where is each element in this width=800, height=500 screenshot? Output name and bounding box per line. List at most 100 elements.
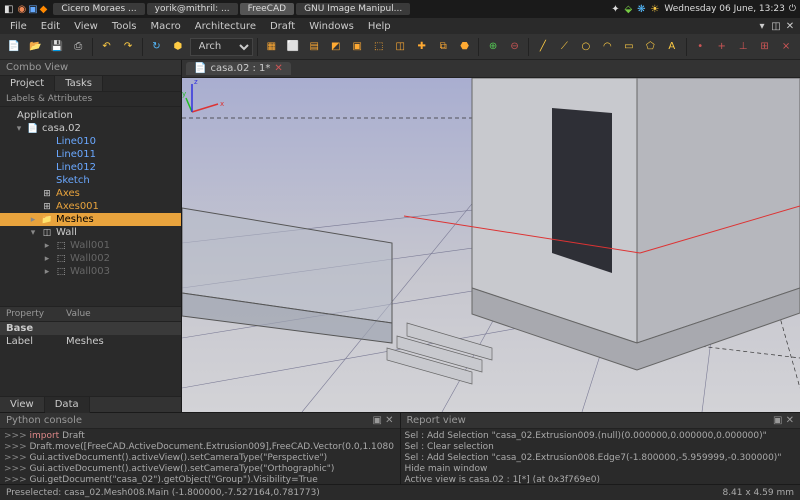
clock: Wednesday 06 June, 13:23 (664, 4, 785, 14)
snap-end-icon[interactable]: • (690, 36, 709, 58)
workbench-icon: ⬢ (168, 36, 187, 58)
tab-tasks[interactable]: Tasks (55, 76, 103, 91)
arch-roof-icon[interactable]: ⬣ (455, 36, 474, 58)
folder-icon[interactable]: ▣ (28, 4, 37, 15)
draft-rectangle-icon[interactable]: ▭ (619, 36, 638, 58)
document-tabs: 📄 casa.02 : 1* ✕ (182, 60, 800, 78)
tree-item[interactable]: Sketch (0, 174, 181, 187)
logout-icon[interactable]: ⏻ (789, 4, 796, 14)
tray-icon[interactable]: ✦ (611, 4, 619, 15)
minimize-icon[interactable]: ▾ (756, 20, 768, 32)
arch-axis-icon[interactable]: ✚ (412, 36, 431, 58)
svg-text:x: x (220, 100, 224, 108)
arch-site-icon[interactable]: ⬚ (369, 36, 388, 58)
prop-tab-data[interactable]: Data (45, 397, 90, 413)
app-menu-icon[interactable]: ◧ (4, 4, 13, 15)
arch-add-icon[interactable]: ⊕ (483, 36, 502, 58)
python-console-panel: Python console ▣ ✕ >>> import Draft>>> D… (0, 413, 401, 484)
tab-project[interactable]: Project (0, 76, 55, 92)
main-toolbar: 📄 📂 💾 ⎙ ↶ ↷ ↻ ⬢ Arch ▦ ⬜ ▤ ◩ ▣ ⬚ ◫ ✚ ⧉ ⬣… (0, 34, 800, 60)
tree-item[interactable]: Line011 (0, 148, 181, 161)
panel-title: Combo View (0, 60, 181, 76)
menu-draft[interactable]: Draft (264, 20, 301, 33)
report-view-panel: Report view ▣ ✕ Sel : Add Selection "cas… (401, 413, 800, 484)
snap-mid-icon[interactable]: + (712, 36, 731, 58)
menu-tools[interactable]: Tools (106, 20, 143, 33)
menubar: FileEditViewToolsMacroArchitectureDraftW… (0, 18, 800, 34)
tree-root[interactable]: Application (0, 109, 181, 122)
axis-indicator: x y z (182, 78, 226, 122)
taskbar-app-button[interactable]: GNU Image Manipul... (296, 3, 410, 15)
tree-item[interactable]: ⊞Axes (0, 187, 181, 200)
document-tab[interactable]: 📄 casa.02 : 1* ✕ (186, 62, 291, 75)
python-console[interactable]: >>> import Draft>>> Draft.move([FreeCAD.… (0, 429, 400, 484)
undo-icon[interactable]: ↶ (97, 36, 116, 58)
workbench-select[interactable]: Arch (190, 38, 253, 56)
arch-cell-icon[interactable]: ▤ (305, 36, 324, 58)
menu-help[interactable]: Help (362, 20, 397, 33)
system-tray: ✦ ⬙ ❋ ☀ Wednesday 06 June, 13:23 ⏻ (610, 4, 796, 15)
print-icon[interactable]: ⎙ (68, 36, 87, 58)
maximize-icon[interactable]: ◫ (770, 20, 782, 32)
arch-structure-icon[interactable]: ⬜ (283, 36, 302, 58)
taskbar-app-button[interactable]: yorik@mithril: ... (147, 3, 238, 15)
tray-icon[interactable]: ⬙ (625, 4, 633, 15)
tray-icon[interactable]: ❋ (637, 4, 645, 15)
firefox-icon[interactable]: ◉ (17, 4, 26, 15)
status-preselect: Preselected: casa_02.Mesh008.Main (-1.80… (6, 488, 320, 498)
menu-windows[interactable]: Windows (303, 20, 360, 33)
tree-item[interactable]: ▾◫Wall (0, 226, 181, 239)
draft-polygon-icon[interactable]: ⬠ (641, 36, 660, 58)
desktop-taskbar: ◧ ◉ ▣ ◆ Cicero Moraes ...yorik@mithril: … (0, 0, 800, 18)
menu-file[interactable]: File (4, 20, 33, 33)
close-tab-icon[interactable]: ✕ (274, 63, 282, 74)
snap-perp-icon[interactable]: ⊥ (733, 36, 752, 58)
blender-icon[interactable]: ◆ (40, 4, 48, 15)
tree-item[interactable]: ▸⬚Wall003 (0, 265, 181, 278)
property-view[interactable]: Base LabelMeshes (0, 322, 181, 396)
property-row[interactable]: LabelMeshes (0, 335, 181, 348)
draft-text-icon[interactable]: A (662, 36, 681, 58)
arch-building-icon[interactable]: ▣ (347, 36, 366, 58)
refresh-icon[interactable]: ↻ (147, 36, 166, 58)
snap-grid-icon[interactable]: ⊞ (755, 36, 774, 58)
prop-tab-view[interactable]: View (0, 397, 45, 412)
arch-remove-icon[interactable]: ⊖ (505, 36, 524, 58)
tree-item[interactable]: Line012 (0, 161, 181, 174)
arch-wall-icon[interactable]: ▦ (262, 36, 281, 58)
draft-circle-icon[interactable]: ○ (576, 36, 595, 58)
draft-line-icon[interactable]: ╱ (533, 36, 552, 58)
redo-icon[interactable]: ↷ (118, 36, 137, 58)
tree-item[interactable]: ⊞Axes001 (0, 200, 181, 213)
tree-item[interactable]: Line010 (0, 135, 181, 148)
arch-floor-icon[interactable]: ◩ (326, 36, 345, 58)
open-file-icon[interactable]: 📂 (25, 36, 44, 58)
arch-window-icon[interactable]: ◫ (390, 36, 409, 58)
menu-macro[interactable]: Macro (144, 20, 186, 33)
draft-wire-icon[interactable]: ⟋ (555, 36, 574, 58)
panel-close-icon[interactable]: ▣ ✕ (372, 415, 393, 426)
3d-viewport[interactable]: x y z (182, 78, 800, 412)
new-file-icon[interactable]: 📄 (4, 36, 23, 58)
arch-section-icon[interactable]: ⧉ (433, 36, 452, 58)
tray-icon[interactable]: ☀ (650, 4, 659, 15)
property-header: PropertyValue (0, 306, 181, 322)
taskbar-app-button[interactable]: Cicero Moraes ... (53, 3, 144, 15)
draft-arc-icon[interactable]: ◠ (598, 36, 617, 58)
tree-item[interactable]: ▾📄casa.02 (0, 122, 181, 135)
snap-int-icon[interactable]: ⨯ (776, 36, 795, 58)
tree-item[interactable]: ▸⬚Wall002 (0, 252, 181, 265)
model-tree[interactable]: Application ▾📄casa.02Line010Line011Line0… (0, 107, 181, 306)
tree-item[interactable]: ▸📁Meshes (0, 213, 181, 226)
taskbar-app-button[interactable]: FreeCAD (240, 3, 294, 15)
menu-edit[interactable]: Edit (35, 20, 66, 33)
save-file-icon[interactable]: 💾 (47, 36, 66, 58)
property-tabs: ViewData (0, 396, 181, 412)
menu-view[interactable]: View (68, 20, 104, 33)
panel-close-icon[interactable]: ▣ ✕ (773, 415, 794, 426)
report-view[interactable]: Sel : Add Selection "casa_02.Extrusion00… (401, 429, 800, 484)
menu-architecture[interactable]: Architecture (189, 20, 262, 33)
tree-item[interactable]: ▸⬚Wall001 (0, 239, 181, 252)
status-dimensions: 8.41 x 4.59 mm (722, 488, 794, 498)
close-icon[interactable]: ✕ (784, 20, 796, 32)
